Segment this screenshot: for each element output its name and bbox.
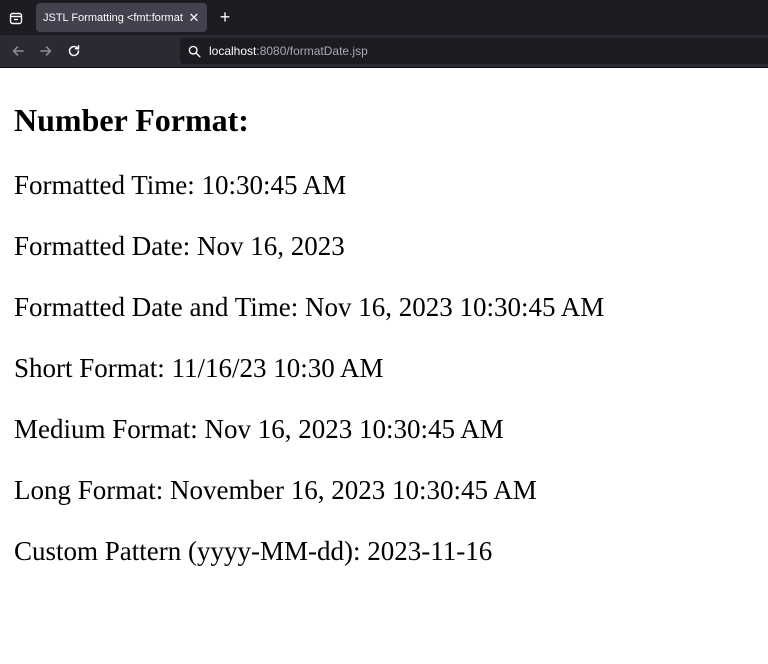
tab-active[interactable]: JSTL Formatting <fmt:formatDate> ✕ [36, 3, 207, 32]
url-bar[interactable]: localhost:8080/formatDate.jsp [180, 38, 768, 64]
forward-button[interactable] [32, 37, 60, 65]
short-format-line: Short Format: 11/16/23 10:30 AM [14, 353, 384, 383]
reload-icon [68, 45, 80, 57]
formatted-time-line: Formatted Time: 10:30:45 AM [14, 170, 347, 200]
custom-pattern-line: Custom Pattern (yyyy-MM-dd): 2023-11-16 [14, 536, 493, 566]
back-button[interactable] [4, 37, 32, 65]
long-format-line: Long Format: November 16, 2023 10:30:45 … [14, 475, 537, 505]
plus-icon: + [219, 7, 231, 27]
new-tab-button[interactable]: + [211, 4, 239, 32]
nav-bar: localhost:8080/formatDate.jsp [0, 35, 768, 68]
tab-title: JSTL Formatting <fmt:formatDate> [43, 11, 183, 24]
reload-button[interactable] [60, 37, 88, 65]
page-heading: Number Format: [14, 102, 249, 138]
medium-format-line: Medium Format: Nov 16, 2023 10:30:45 AM [14, 414, 504, 444]
arrow-left-icon [12, 46, 24, 56]
search-icon [188, 45, 201, 58]
url-path: :8080/formatDate.jsp [256, 44, 368, 58]
formatted-date-time-line: Formatted Date and Time: Nov 16, 2023 10… [14, 292, 605, 322]
page-content: Number Format: Formatted Time: 10:30:45 … [0, 68, 768, 567]
browser-chrome: JSTL Formatting <fmt:formatDate> ✕ + [0, 0, 768, 68]
formatted-date-line: Formatted Date: Nov 16, 2023 [14, 231, 345, 261]
tab-strip: JSTL Formatting <fmt:formatDate> ✕ + [0, 0, 768, 35]
url-host: localhost [209, 44, 257, 58]
tab-list-button[interactable] [0, 0, 32, 35]
tab-close-icon[interactable]: ✕ [187, 10, 201, 25]
arrow-right-icon [40, 46, 52, 56]
tab-list-icon [9, 12, 23, 24]
